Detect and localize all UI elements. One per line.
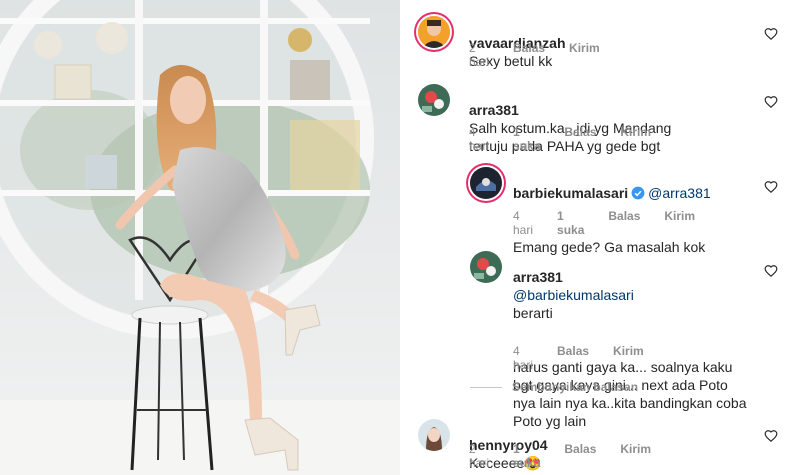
likes-count[interactable]: 1 suka xyxy=(557,209,584,237)
comment-username[interactable]: arra381 xyxy=(469,102,519,118)
hide-replies-label: Sembunyikan balasan xyxy=(512,380,639,394)
heart-icon[interactable] xyxy=(764,180,778,194)
send-button[interactable]: Kirim xyxy=(620,442,651,470)
send-button[interactable]: Kirim xyxy=(613,344,644,372)
comment-mention[interactable]: @arra381 xyxy=(648,185,710,201)
reply-button[interactable]: Balas xyxy=(513,41,545,69)
avatar[interactable] xyxy=(418,419,450,451)
heart-icon[interactable] xyxy=(764,27,778,41)
likes-count[interactable]: 1 suka xyxy=(513,442,540,470)
comment-mention[interactable]: @barbiekumalasari xyxy=(513,287,634,303)
post-photo xyxy=(0,0,400,475)
reply-button[interactable]: Balas xyxy=(557,344,589,372)
comment-time[interactable]: 4 hari xyxy=(513,344,533,372)
comment-username[interactable]: arra381 xyxy=(513,269,563,285)
reply-button[interactable]: Balas xyxy=(564,442,596,470)
avatar[interactable] xyxy=(470,167,502,199)
send-button[interactable]: Kirim xyxy=(569,41,600,69)
heart-icon[interactable] xyxy=(764,95,778,109)
avatar[interactable] xyxy=(470,251,502,283)
hide-replies-line xyxy=(470,386,502,388)
comments-panel: vavaardianzah Sexy betul kk 2 hari Balas… xyxy=(400,0,800,475)
comment-time[interactable]: 2 hari xyxy=(469,41,489,69)
heart-icon[interactable] xyxy=(764,264,778,278)
send-button[interactable]: Kirim xyxy=(664,209,695,237)
likes-count[interactable]: 1 suka xyxy=(513,125,540,153)
avatar-image xyxy=(470,251,502,283)
post-photo-illustration xyxy=(0,0,400,475)
comment-username[interactable]: barbiekumalasari xyxy=(513,185,628,201)
reply-button[interactable]: Balas xyxy=(564,125,596,153)
verified-badge-icon xyxy=(631,186,645,200)
heart-icon[interactable] xyxy=(764,429,778,443)
avatar[interactable] xyxy=(418,84,450,116)
hide-replies-button[interactable]: Sembunyikan balasan xyxy=(470,380,638,394)
avatar[interactable] xyxy=(418,16,450,48)
reply-button[interactable]: Balas xyxy=(608,209,640,237)
comment-time[interactable]: 4 hari xyxy=(513,209,533,237)
send-button[interactable]: Kirim xyxy=(620,125,651,153)
comment-time[interactable]: 2 hari xyxy=(469,442,489,470)
avatar-image xyxy=(418,84,450,116)
comment-time[interactable]: 4 hari xyxy=(469,125,489,153)
avatar-image xyxy=(418,16,450,48)
avatar-image xyxy=(418,419,450,451)
avatar-image xyxy=(470,167,502,199)
comment-text-first: berarti xyxy=(513,305,553,321)
